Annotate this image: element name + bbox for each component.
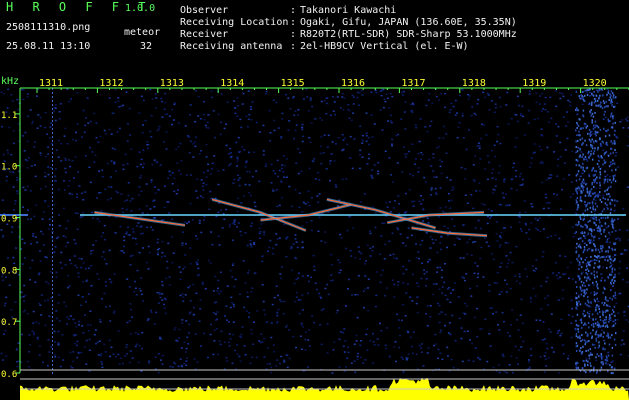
x-tick-label-1313: 1313 — [160, 78, 184, 89]
y-unit-label: kHz — [1, 76, 19, 87]
observer-value: Takanori Kawachi — [300, 5, 397, 16]
observer-label: Observer — [180, 5, 229, 16]
receiver-separator: : — [290, 29, 297, 40]
mode-label: meteor — [124, 27, 161, 38]
location-label: Receiving Location — [180, 17, 289, 28]
app-version: 1.0.0 — [125, 3, 156, 14]
x-tick-label-1317: 1317 — [401, 78, 425, 89]
location-separator: : — [290, 17, 297, 28]
y-tick-label-1.1: 1.1 — [1, 111, 17, 121]
plot-background — [0, 73, 629, 400]
y-tick-label-0.8: 0.8 — [1, 266, 17, 276]
y-tick-label-0.6: 0.6 — [1, 370, 17, 380]
y-tick-label-0.9: 0.9 — [1, 215, 17, 225]
y-tick-label-0.7: 0.7 — [1, 318, 17, 328]
capture-datetime: 25.08.11 13:10 — [6, 41, 91, 52]
x-tick-label-1316: 1316 — [341, 78, 365, 89]
x-tick-label-1315: 1315 — [281, 78, 305, 89]
image-filename: 2508111310.png — [6, 22, 91, 33]
meteor-count: 32 — [140, 41, 153, 52]
x-tick-label-1312: 1312 — [99, 78, 123, 89]
receiver-value: R820T2(RTL-SDR) SDR-Sharp 53.1000MHz — [300, 29, 517, 40]
x-tick-label-1311: 1311 — [39, 78, 63, 89]
header-panel: H R O F F T 1.0.0 2508111310.png 25.08.1… — [0, 0, 629, 73]
antenna-separator: : — [290, 41, 297, 52]
spectrogram: kHz 1311 1312 1313 1314 1315 1316 1317 1318 1319 1… — [0, 73, 629, 400]
antenna-label: Receiving antenna — [180, 41, 283, 52]
x-tick-label-1314: 1314 — [220, 78, 244, 89]
x-tick-label-1319: 1319 — [522, 78, 546, 89]
x-tick-label-1320: 1320 — [583, 78, 607, 89]
x-tick-label-1318: 1318 — [462, 78, 486, 89]
antenna-value: 2el-HB9CV Vertical (el. E-W) — [300, 41, 469, 52]
location-value: Ogaki, Gifu, JAPAN (136.60E, 35.35N) — [300, 17, 517, 28]
y-tick-label-1.0: 1.0 — [1, 163, 17, 173]
receiver-label: Receiver — [180, 29, 229, 40]
observer-separator: : — [290, 5, 297, 16]
